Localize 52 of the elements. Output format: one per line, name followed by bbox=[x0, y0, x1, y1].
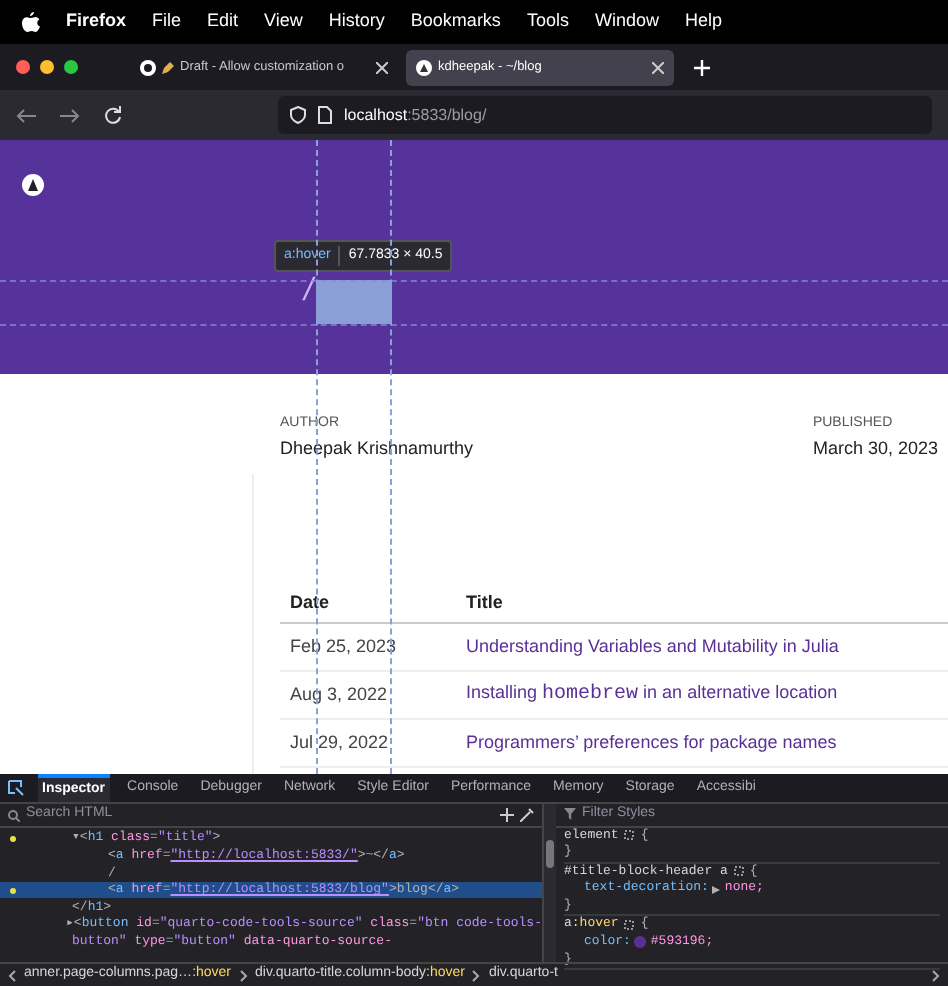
post-link[interactable]: Understanding Variables and Mutability in Julia bbox=[466, 633, 839, 661]
node-highlight-icon[interactable] bbox=[624, 920, 635, 931]
apple-logo-icon[interactable] bbox=[22, 11, 40, 33]
menu-item[interactable]: View bbox=[264, 8, 303, 36]
published-date: March 30, 2023 bbox=[812, 435, 938, 461]
chevron-right-icon[interactable] bbox=[239, 969, 248, 981]
new-tab-icon[interactable] bbox=[694, 59, 710, 75]
add-icon[interactable] bbox=[500, 808, 514, 822]
close-icon[interactable] bbox=[652, 61, 664, 73]
eyedropper-icon[interactable] bbox=[520, 808, 534, 822]
close-icon[interactable] bbox=[376, 61, 388, 73]
post-link[interactable]: Installing homebrew in an alternative location bbox=[466, 680, 838, 710]
scroll-left-icon[interactable] bbox=[8, 969, 16, 981]
post-link[interactable]: Programmers’ preferences for package names bbox=[466, 729, 837, 757]
close-window-icon[interactable] bbox=[16, 60, 30, 74]
url-text: localhost:5833/blog/ bbox=[344, 103, 487, 127]
column-header: Title bbox=[466, 589, 503, 616]
zoom-window-icon[interactable] bbox=[64, 60, 78, 74]
node-highlight-icon[interactable] bbox=[624, 830, 635, 841]
menu-item[interactable]: Window bbox=[594, 8, 659, 36]
expand-icon[interactable] bbox=[712, 885, 721, 894]
forward-icon[interactable] bbox=[60, 107, 80, 123]
menu-item[interactable]: Tools bbox=[526, 8, 569, 36]
page-icon bbox=[318, 106, 332, 124]
github-icon bbox=[140, 59, 156, 75]
separator-text: / bbox=[304, 276, 313, 308]
menu-item[interactable]: History bbox=[328, 8, 385, 36]
node-highlight-icon[interactable] bbox=[733, 866, 744, 877]
minimize-window-icon[interactable] bbox=[40, 60, 54, 74]
menu-item[interactable]: Help bbox=[684, 8, 722, 36]
shield-icon bbox=[290, 106, 306, 124]
chevron-right-icon[interactable] bbox=[472, 969, 481, 981]
back-icon[interactable] bbox=[16, 107, 36, 123]
color-swatch[interactable] bbox=[634, 936, 647, 949]
site-logo-icon bbox=[416, 59, 432, 75]
date-cell-text: Jul 29, 2022 bbox=[288, 729, 391, 756]
menu-item[interactable]: File bbox=[152, 8, 182, 36]
site-logo-icon[interactable] bbox=[22, 174, 44, 196]
address-bar[interactable]: localhost:5833/blog/ bbox=[278, 96, 932, 134]
scrollbar-thumb[interactable] bbox=[546, 840, 554, 868]
element-picker-icon[interactable] bbox=[8, 780, 24, 796]
app-menu[interactable]: Firefox bbox=[66, 8, 127, 36]
filter-icon bbox=[564, 808, 576, 821]
author-name: Dheepak Krishnamurthy bbox=[280, 435, 474, 462]
scroll-right-icon[interactable] bbox=[932, 969, 940, 981]
search-icon bbox=[8, 809, 20, 821]
menu-item[interactable]: Edit bbox=[207, 8, 239, 36]
column-header: Date bbox=[288, 589, 332, 616]
reload-icon[interactable] bbox=[104, 106, 122, 124]
pencil-icon bbox=[162, 61, 174, 73]
date-cell-text: Feb 25, 2023 bbox=[288, 633, 399, 660]
menu-item[interactable]: Bookmarks bbox=[410, 8, 501, 36]
